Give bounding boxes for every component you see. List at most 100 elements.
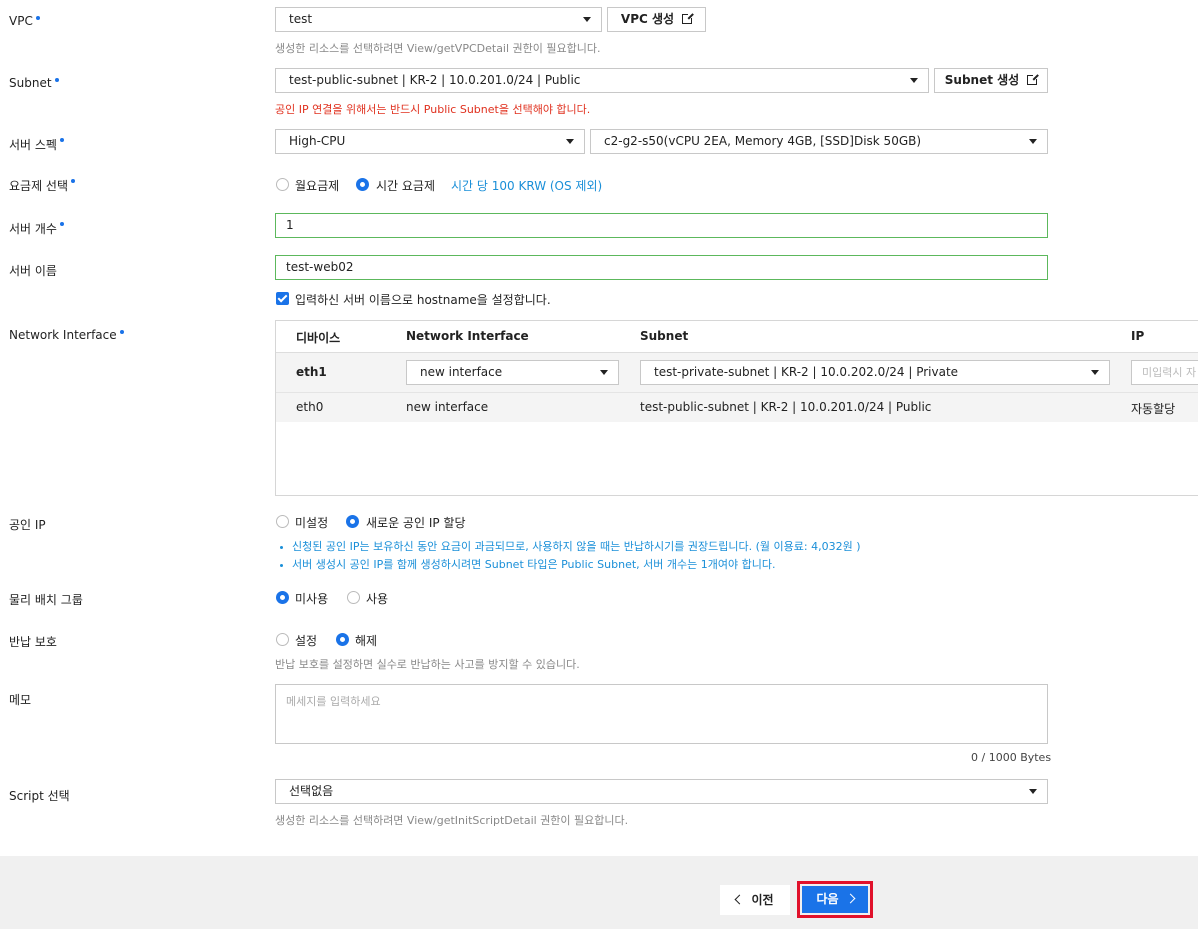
public-ip-new-radio[interactable]	[346, 515, 359, 528]
hostname-checkbox[interactable]	[276, 292, 289, 305]
chevron-right-icon	[845, 893, 855, 904]
placement-label: 물리 배치 그룹	[9, 593, 83, 607]
required-dot	[35, 16, 40, 20]
public-ip-note-2: 서버 생성시 공인 IP를 함께 생성하시려면 Subnet 타입은 Publi…	[280, 556, 775, 572]
server-name-input[interactable]: test-web02	[275, 255, 1048, 280]
vpc-select-value: test	[289, 12, 313, 26]
next-label: 다음	[816, 892, 839, 906]
memo-label: 메모	[9, 693, 32, 707]
hostname-label: 입력하신 서버 이름으로 hostname을 설정합니다.	[295, 293, 551, 307]
ip-input[interactable]: 미입력시 자	[1131, 360, 1198, 385]
placement-on-label: 사용	[366, 592, 389, 606]
vpc-label: VPC	[9, 14, 40, 28]
server-count-value: 1	[286, 218, 294, 232]
protect-unset-radio[interactable]	[336, 633, 349, 646]
spec-detail-select[interactable]: c2-g2-s50(vCPU 2EA, Memory 4GB, [SSD]Dis…	[590, 129, 1048, 154]
table-row: eth0 new interface test-public-subnet | …	[276, 392, 1198, 422]
caret-down-icon	[910, 78, 918, 83]
billing-hourly-radio[interactable]	[356, 178, 369, 191]
bullet-icon	[280, 563, 283, 567]
billing-label: 요금제 선택	[9, 177, 76, 194]
billing-price: 시간 당 100 KRW (OS 제외)	[451, 179, 603, 193]
prev-label: 이전	[751, 893, 774, 907]
protect-label: 반납 보호	[9, 635, 57, 649]
server-name-value: test-web02	[286, 260, 354, 274]
network-interface-table: 디바이스 Network Interface Subnet IP eth1 ne…	[275, 320, 1198, 496]
footer-bar	[0, 856, 1198, 929]
caret-down-icon	[600, 370, 608, 375]
protect-set-label: 설정	[295, 634, 318, 648]
col-interface: Network Interface	[406, 329, 529, 343]
public-ip-new-label: 새로운 공인 IP 할당	[366, 516, 466, 530]
subnet-select[interactable]: test-public-subnet | KR-2 | 10.0.201.0/2…	[275, 68, 929, 93]
caret-down-icon	[1091, 370, 1099, 375]
caret-down-icon	[566, 139, 574, 144]
required-dot	[71, 179, 76, 183]
row-device: eth0	[296, 400, 324, 414]
create-subnet-button[interactable]: Subnet 생성	[934, 68, 1048, 93]
name-label: 서버 이름	[9, 264, 57, 278]
public-ip-none-radio[interactable]	[276, 515, 289, 528]
create-vpc-label: VPC 생성	[620, 12, 675, 26]
network-label: Network Interface	[9, 328, 124, 342]
public-ip-none-label: 미설정	[295, 516, 329, 530]
row-subnet-select[interactable]: test-private-subnet | KR-2 | 10.0.202.0/…	[640, 360, 1110, 385]
row-ip: 자동할당	[1131, 402, 1176, 416]
placement-on-radio[interactable]	[347, 591, 360, 604]
memo-textarea[interactable]: 메세지를 입력하세요	[275, 684, 1048, 744]
script-hint: 생성한 리소스를 선택하려면 View/getInitScriptDetail …	[275, 814, 629, 827]
vpc-hint: 생성한 리소스를 선택하려면 View/getVPCDetail 권한이 필요합…	[275, 42, 601, 55]
memo-counter: 0 / 1000 Bytes	[971, 751, 1052, 764]
protect-set-radio[interactable]	[276, 633, 289, 646]
col-subnet: Subnet	[640, 329, 689, 343]
caret-down-icon	[1029, 789, 1037, 794]
protect-hint: 반납 보호를 설정하면 실수로 반납하는 사고를 방지할 수 있습니다.	[275, 658, 580, 671]
public-ip-label: 공인 IP	[9, 518, 46, 532]
next-button-highlight: 다음	[797, 881, 873, 918]
col-ip: IP	[1131, 329, 1145, 343]
billing-monthly-label: 월요금제	[295, 179, 340, 193]
external-link-icon	[682, 12, 695, 24]
count-label: 서버 개수	[9, 220, 64, 237]
row-device: eth1	[296, 365, 327, 379]
table-row: eth1 new interface test-private-subnet |…	[276, 352, 1198, 392]
placement-off-radio[interactable]	[276, 591, 289, 604]
col-device: 디바이스	[296, 331, 341, 345]
script-select[interactable]: 선택없음	[275, 779, 1048, 804]
row-subnet: test-public-subnet | KR-2 | 10.0.201.0/2…	[640, 400, 932, 414]
row-subnet-value: test-private-subnet | KR-2 | 10.0.202.0/…	[654, 365, 959, 379]
bullet-icon	[280, 545, 283, 549]
placement-off-label: 미사용	[295, 592, 329, 606]
required-dot	[59, 222, 64, 226]
required-dot	[59, 138, 64, 142]
subnet-select-value: test-public-subnet | KR-2 | 10.0.201.0/2…	[289, 73, 581, 87]
script-label: Script 선택	[9, 789, 70, 803]
spec-detail-value: c2-g2-s50(vCPU 2EA, Memory 4GB, [SSD]Dis…	[604, 134, 922, 148]
billing-monthly-radio[interactable]	[276, 178, 289, 191]
billing-hourly-label: 시간 요금제	[376, 179, 436, 193]
required-dot	[54, 78, 59, 82]
spec-label: 서버 스펙	[9, 136, 64, 153]
next-button[interactable]: 다음	[802, 886, 868, 913]
server-count-input[interactable]: 1	[275, 213, 1048, 238]
spec-type-select[interactable]: High-CPU	[275, 129, 585, 154]
chevron-left-icon	[735, 894, 745, 905]
vpc-select[interactable]: test	[275, 7, 602, 32]
interface-select-value: new interface	[420, 365, 503, 379]
subnet-warning: 공인 IP 연결을 위해서는 반드시 Public Subnet을 선택해야 합…	[275, 103, 591, 116]
caret-down-icon	[1029, 139, 1037, 144]
subnet-label: Subnet	[9, 76, 59, 90]
memo-placeholder: 메세지를 입력하세요	[286, 695, 381, 708]
external-link-icon	[1027, 73, 1040, 85]
required-dot	[119, 330, 124, 334]
ip-placeholder: 미입력시 자	[1142, 366, 1197, 379]
prev-button[interactable]: 이전	[720, 885, 790, 915]
create-vpc-button[interactable]: VPC 생성	[607, 7, 706, 32]
public-ip-note-1: 신청된 공인 IP는 보유하신 동안 요금이 과금되므로, 사용하지 않을 때는…	[280, 538, 861, 554]
script-select-value: 선택없음	[289, 784, 334, 798]
row-interface: new interface	[406, 400, 489, 414]
create-subnet-label: Subnet 생성	[944, 73, 1020, 87]
caret-down-icon	[583, 17, 591, 22]
interface-select[interactable]: new interface	[406, 360, 619, 385]
spec-type-value: High-CPU	[289, 134, 346, 148]
